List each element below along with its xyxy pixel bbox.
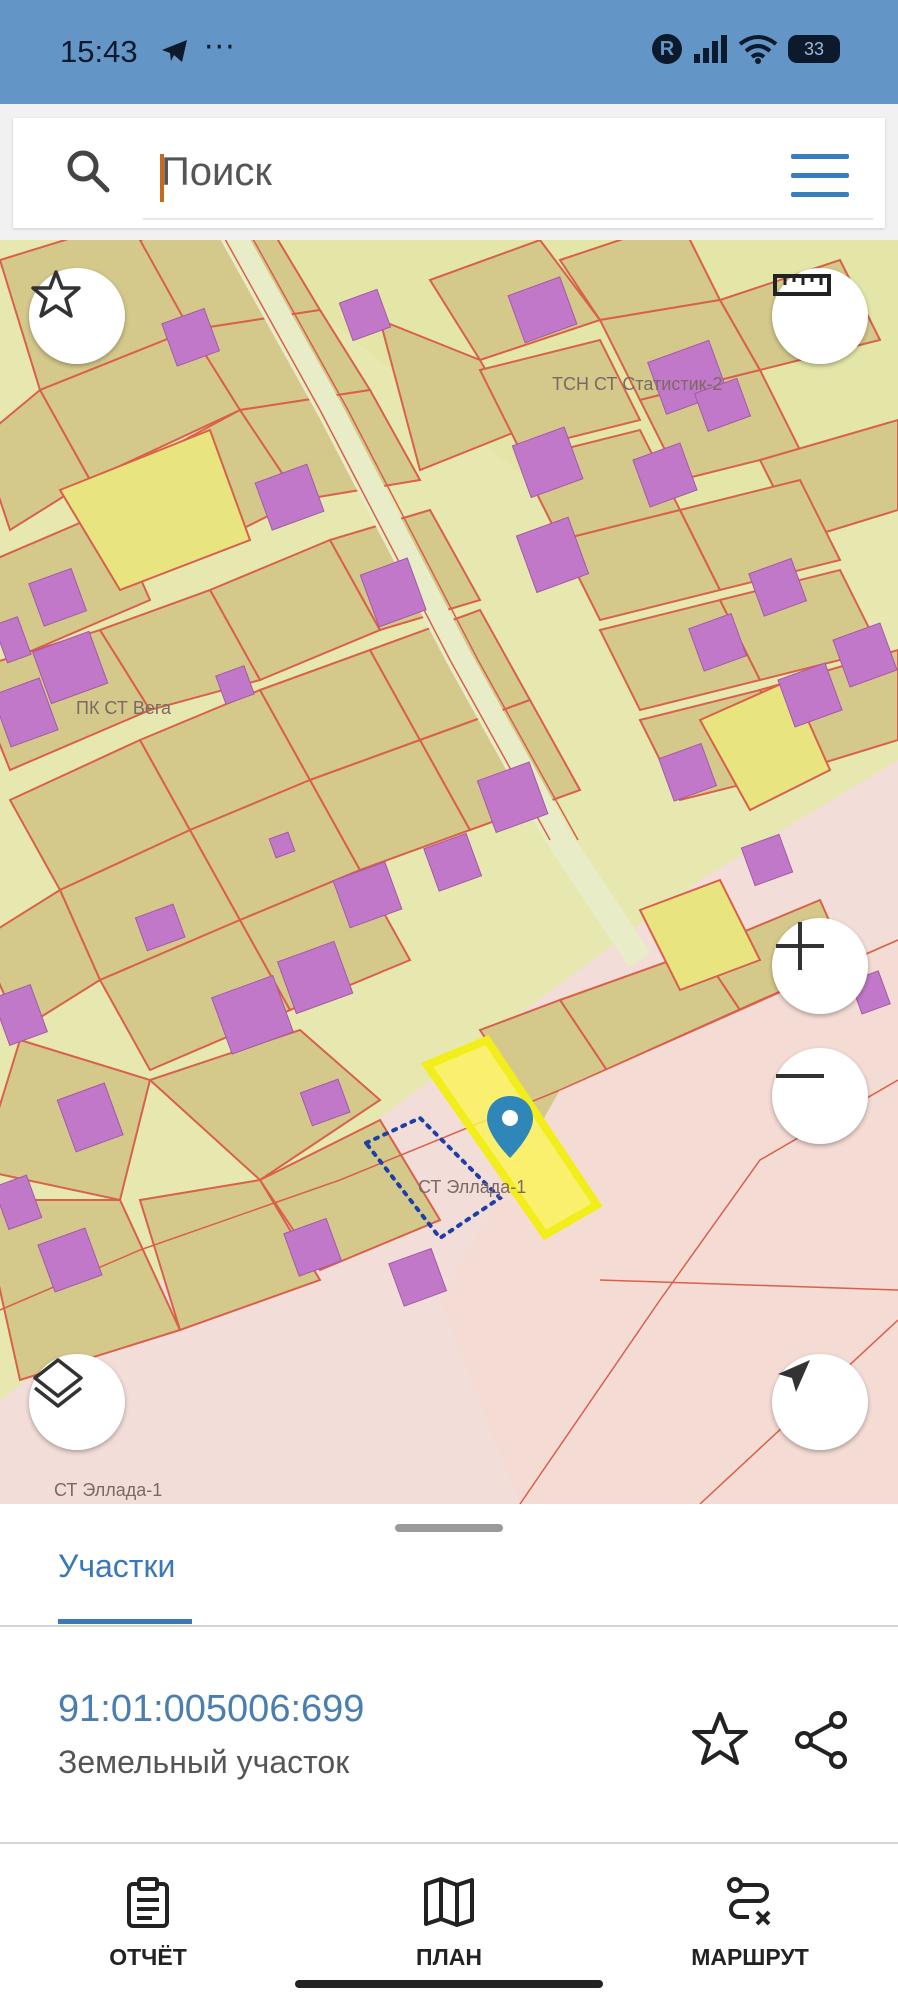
nav-plan-label: ПЛАН — [416, 1944, 482, 1970]
minus-icon — [776, 1074, 824, 1078]
more-notifications-icon: ··· — [204, 30, 236, 65]
layers-button[interactable] — [29, 1354, 125, 1450]
map-icon — [423, 1876, 475, 1932]
status-bar: 15:43 ··· R 33 — [0, 0, 898, 104]
nav-report-label: ОТЧЁТ — [109, 1944, 187, 1970]
share-button[interactable] — [792, 1710, 852, 1774]
route-icon — [725, 1876, 775, 1934]
ruler-icon — [773, 274, 831, 296]
cadastral-map[interactable] — [0, 240, 898, 1504]
layers-icon — [33, 1358, 83, 1408]
tab-indicator — [58, 1619, 192, 1624]
cadastral-number[interactable]: 91:01:005006:699 — [58, 1688, 364, 1731]
nav-report[interactable]: ОТЧЁТ — [48, 1866, 248, 1976]
wifi-icon — [738, 35, 778, 64]
bottom-nav: ОТЧЁТ ПЛАН МАРШРУТ — [0, 1844, 898, 2000]
search-area — [0, 104, 898, 240]
my-location-button[interactable] — [772, 1354, 868, 1450]
bottom-sheet: Участки 91:01:005006:699 Земельный участ… — [0, 1504, 898, 2000]
map-view[interactable]: ТСН СТ Статистик-2 ПК СТ Вега СТ Эллада-… — [0, 240, 898, 1504]
map-label-tsn: ТСН СТ Статистик-2 — [552, 374, 723, 394]
tab-parcels[interactable]: Участки — [58, 1548, 175, 1585]
battery-indicator: 33 — [788, 35, 840, 63]
favorite-parcel-button[interactable] — [690, 1710, 750, 1772]
search-underline — [143, 218, 873, 220]
share-icon — [795, 1711, 847, 1769]
map-label-st-bottom: СТ Эллада-1 — [54, 1480, 163, 1500]
favorite-button[interactable] — [29, 268, 125, 364]
signal-icon — [694, 35, 727, 63]
parcel-type: Земельный участок — [58, 1744, 350, 1780]
divider — [0, 1625, 898, 1627]
drag-handle[interactable] — [395, 1524, 503, 1532]
star-outline-icon — [31, 270, 81, 318]
gesture-bar[interactable] — [295, 1980, 603, 1988]
map-label-pk: ПК СТ Вега — [76, 698, 172, 718]
clipboard-icon — [124, 1876, 172, 1934]
hamburger-menu-icon[interactable] — [791, 154, 849, 198]
navigation-arrow-icon — [778, 1360, 810, 1392]
search-input[interactable] — [161, 142, 761, 202]
telegram-icon — [160, 38, 190, 68]
zoom-out-button[interactable] — [772, 1048, 868, 1144]
ruler-button[interactable] — [772, 268, 868, 364]
r-badge-icon: R — [652, 34, 682, 64]
search-bar — [13, 118, 885, 228]
plus-icon — [776, 922, 824, 970]
nav-route-label: МАРШРУТ — [691, 1944, 809, 1970]
map-label-st-center: СТ Эллада-1 — [418, 1177, 527, 1197]
nav-route[interactable]: МАРШРУТ — [650, 1866, 850, 1976]
zoom-in-button[interactable] — [772, 918, 868, 1014]
status-time: 15:43 — [60, 34, 138, 69]
star-outline-icon — [692, 1712, 748, 1765]
search-icon[interactable] — [65, 148, 111, 198]
nav-plan[interactable]: ПЛАН — [349, 1866, 549, 1976]
